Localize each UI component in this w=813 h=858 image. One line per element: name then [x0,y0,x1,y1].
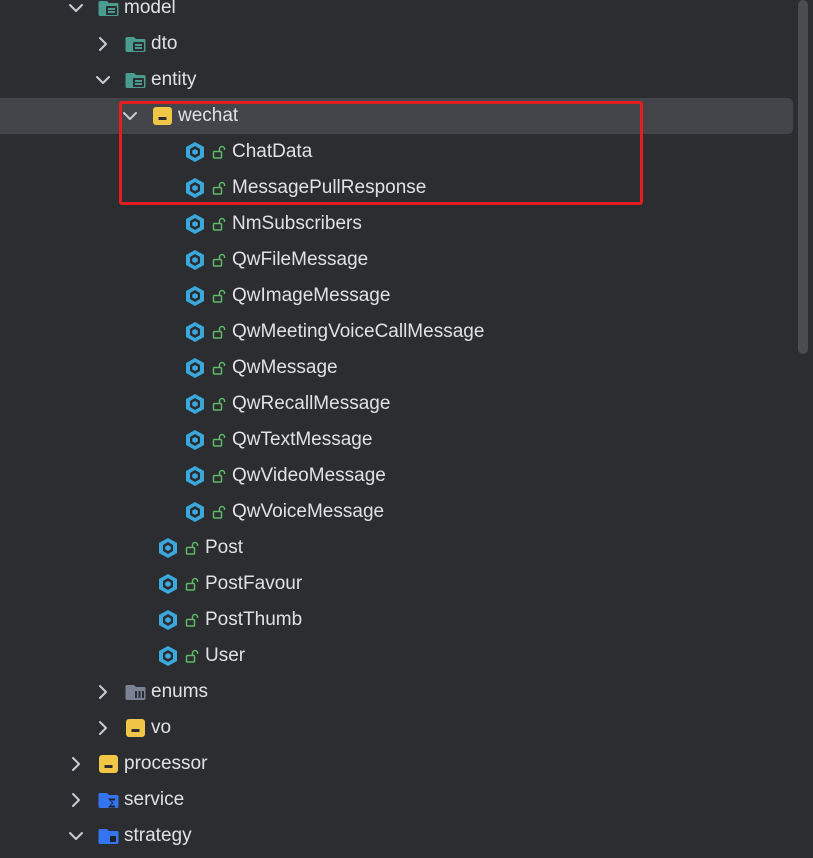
class-icon [185,285,205,307]
chevron-down-icon[interactable] [121,107,139,125]
tree-item-qwmeetingvoicecallmessage[interactable]: QwMeetingVoiceCallMessage [0,314,793,350]
tree-item-qwvoicemessage[interactable]: QwVoiceMessage [0,494,793,530]
tree-item-label: QwTextMessage [232,429,373,450]
public-access-lock-icon [212,469,226,483]
folder-package-icon [125,70,147,90]
public-access-lock-icon [212,145,226,159]
tree-item-qwrecallmessage[interactable]: QwRecallMessage [0,386,793,422]
folder-yellow-icon [152,106,174,126]
tree-item-label: service [124,789,185,810]
class-icon [185,465,205,487]
folder-package-icon [125,34,147,54]
tree-item-user[interactable]: User [0,638,793,674]
tree-item-wechat[interactable]: wechat [0,98,793,134]
chevron-right-icon[interactable] [94,683,112,701]
tree-item-label: PostFavour [205,573,303,594]
tree-item-qwimagemessage[interactable]: QwImageMessage [0,278,793,314]
class-icon [185,429,205,451]
vertical-scrollbar[interactable] [798,0,808,354]
tree-item-label: Post [205,537,244,558]
public-access-lock-icon [185,613,199,627]
class-icon [185,177,205,199]
folder-yellow-icon [98,754,120,774]
chevron-down-icon[interactable] [94,71,112,89]
chevron-down-icon[interactable] [67,827,85,845]
tree-item-label: enums [151,681,209,702]
tree-item-label: QwImageMessage [232,285,391,306]
class-icon [185,357,205,379]
public-access-lock-icon [185,649,199,663]
tree-item-dto[interactable]: dto [0,26,793,62]
class-icon [185,249,205,271]
class-icon [158,573,178,595]
tree-item-chatdata[interactable]: ChatData [0,134,793,170]
tree-item-label: QwVideoMessage [232,465,386,486]
public-access-lock-icon [212,433,226,447]
tree-item-label: strategy [124,825,192,846]
folder-service-icon [98,790,120,810]
public-access-lock-icon [212,325,226,339]
tree-item-post[interactable]: Post [0,530,793,566]
tree-item-postfavour[interactable]: PostFavour [0,566,793,602]
tree-item-label: QwMeetingVoiceCallMessage [232,321,485,342]
tree-item-label: QwMessage [232,357,338,378]
tree-item-label: MessagePullResponse [232,177,427,198]
folder-yellow-icon [125,718,147,738]
tree-item-entity[interactable]: entity [0,62,793,98]
tree-item-label: NmSubscribers [232,213,362,234]
chevron-right-icon[interactable] [67,791,85,809]
class-icon [185,141,205,163]
tree-item-label: User [205,645,246,666]
class-icon [185,213,205,235]
public-access-lock-icon [212,289,226,303]
class-icon [185,501,205,523]
public-access-lock-icon [212,253,226,267]
tree-item-label: entity [151,69,197,90]
tree-item-processor[interactable]: processor [0,746,793,782]
tree-item-label: ChatData [232,141,313,162]
tree-item-postthumb[interactable]: PostThumb [0,602,793,638]
tree-item-nmsubscribers[interactable]: NmSubscribers [0,206,793,242]
tree-item-label: processor [124,753,208,774]
public-access-lock-icon [185,577,199,591]
class-icon [158,645,178,667]
public-access-lock-icon [212,217,226,231]
tree-item-model[interactable]: model [0,0,793,26]
tree-item-qwvideomessage[interactable]: QwVideoMessage [0,458,793,494]
tree-item-label: dto [151,33,178,54]
class-icon [185,321,205,343]
chevron-down-icon[interactable] [67,0,85,17]
tree-item-label: vo [151,717,172,738]
tree-item-enums[interactable]: enums [0,674,793,710]
chevron-right-icon[interactable] [94,35,112,53]
tree-item-label: QwFileMessage [232,249,369,270]
tree-item-label: PostThumb [205,609,303,630]
tree-item-label: QwVoiceMessage [232,501,385,522]
tree-item-qwtextmessage[interactable]: QwTextMessage [0,422,793,458]
chevron-right-icon[interactable] [67,755,85,773]
folder-package-icon [98,0,120,18]
folder-enum-icon [125,682,147,702]
chevron-right-icon[interactable] [94,719,112,737]
tree-item-label: wechat [178,105,239,126]
class-icon [158,609,178,631]
class-icon [158,537,178,559]
tree-item-messagepullresponse[interactable]: MessagePullResponse [0,170,793,206]
project-tree: model dto entity wechat ChatData Message… [0,0,800,858]
tree-item-qwmessage[interactable]: QwMessage [0,350,793,386]
tree-item-service[interactable]: service [0,782,793,818]
class-icon [185,393,205,415]
public-access-lock-icon [212,505,226,519]
folder-strategy-icon [98,826,120,846]
public-access-lock-icon [212,181,226,195]
tree-item-label: model [124,0,176,18]
public-access-lock-icon [185,541,199,555]
tree-item-vo[interactable]: vo [0,710,793,746]
public-access-lock-icon [212,397,226,411]
tree-item-label: QwRecallMessage [232,393,391,414]
tree-item-strategy[interactable]: strategy [0,818,793,854]
tree-item-qwfilemessage[interactable]: QwFileMessage [0,242,793,278]
public-access-lock-icon [212,361,226,375]
